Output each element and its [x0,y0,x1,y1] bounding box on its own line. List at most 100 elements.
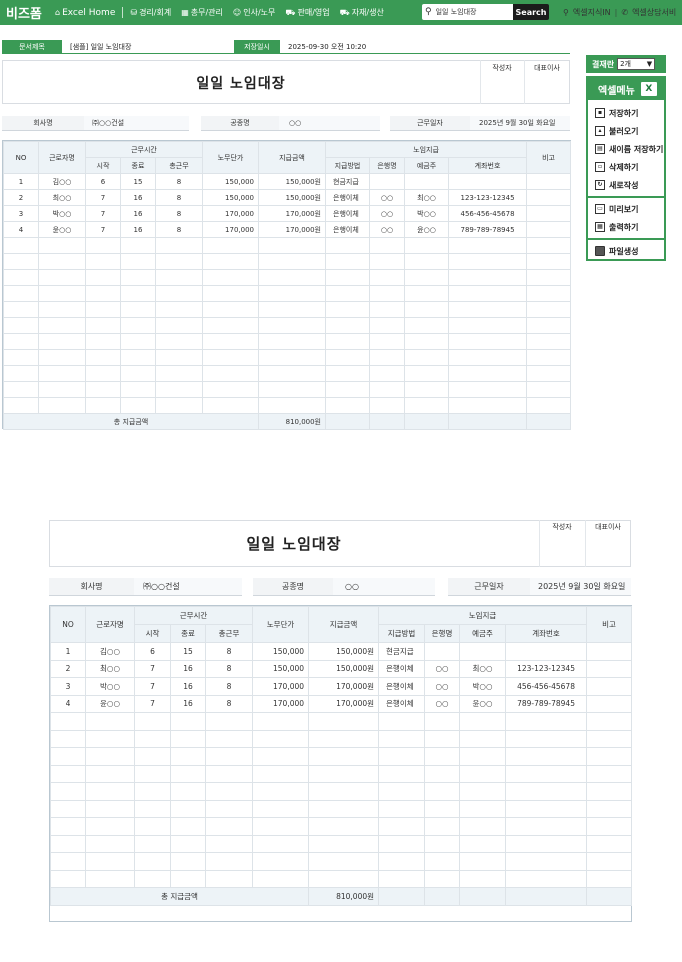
table-cell[interactable] [404,269,449,286]
table-cell[interactable] [459,764,507,783]
table-cell[interactable] [308,729,380,748]
table-cell[interactable]: 최○○ [459,659,507,678]
table-cell[interactable] [505,764,588,783]
table-cell[interactable] [170,729,206,748]
empty-row[interactable] [50,747,633,766]
table-cell[interactable] [120,269,156,286]
table-cell[interactable] [38,269,86,286]
type-value[interactable]: ○○ [279,116,380,131]
table-cell[interactable]: 15 [170,642,206,661]
table-cell[interactable] [447,301,528,318]
empty-row[interactable] [3,237,572,254]
table-cell[interactable] [85,349,121,366]
table-cell[interactable] [447,237,528,254]
table-cell[interactable] [3,333,39,350]
table-cell[interactable] [85,285,121,302]
table-cell[interactable] [378,869,426,888]
table-row[interactable]: 2 최○○ 7 16 8 150,000 150,000원 은행이체 ○○ 최○○ 123-123-… [50,659,633,678]
table-cell[interactable] [325,333,370,350]
table-cell[interactable]: 7 [85,205,121,222]
table-cell[interactable]: 789-789-78945 [505,694,588,713]
menu-save-as[interactable]: ▤ 새이름 저장하기 [588,140,664,158]
date-value[interactable]: 2025년 9월 30일 화요일 [470,116,570,131]
table-cell[interactable]: 박○○ [38,205,86,222]
table-cell[interactable]: 150,000원 [258,173,326,190]
empty-row[interactable] [50,712,633,731]
table-cell[interactable] [85,782,135,801]
empty-row[interactable] [50,817,633,836]
table-cell[interactable] [447,381,528,398]
table-cell[interactable]: 현금지급 [378,642,426,661]
table-cell[interactable] [526,173,572,190]
table-cell[interactable] [378,782,426,801]
table-cell[interactable] [459,642,507,661]
table-cell[interactable]: 150,000원 [308,642,380,661]
table-cell[interactable] [586,852,633,871]
table-cell[interactable] [170,817,206,836]
search-input[interactable]: ⚲ 일일 노임대장 [422,4,513,20]
table-cell[interactable] [447,349,528,366]
table-cell[interactable] [85,799,135,818]
table-cell[interactable] [505,712,588,731]
table-cell[interactable] [202,381,259,398]
search-button[interactable]: Search [513,4,549,20]
table-cell[interactable] [38,237,86,254]
table-cell[interactable] [378,729,426,748]
table-cell[interactable] [50,782,86,801]
table-cell[interactable] [38,349,86,366]
table-cell[interactable] [204,799,254,818]
table-cell[interactable] [3,381,39,398]
table-cell[interactable] [369,253,405,270]
nav-excel-consult[interactable]: 엑셀상담서비 [632,7,676,18]
doc-title-value[interactable]: [샘플] 일일 노임대장 [70,40,131,53]
table-cell[interactable] [155,269,203,286]
table-cell[interactable] [252,799,310,818]
table-cell[interactable] [505,729,588,748]
table-cell[interactable] [85,852,135,871]
table-cell[interactable] [204,782,254,801]
table-cell[interactable] [378,817,426,836]
table-cell[interactable] [586,694,633,713]
table-cell[interactable] [202,301,259,318]
table-cell[interactable] [134,782,171,801]
table-cell[interactable] [369,269,405,286]
table-cell[interactable]: 박○○ [459,677,507,696]
table-cell[interactable]: 170,000 [252,677,310,696]
table-cell[interactable] [325,365,370,382]
table-cell[interactable]: 윤○○ [404,221,449,238]
table-cell[interactable]: ○○ [424,677,461,696]
table-cell[interactable] [404,349,449,366]
table-cell[interactable] [586,834,633,853]
table-cell[interactable]: 현금지급 [325,173,370,190]
table-cell[interactable] [404,173,449,190]
table-cell[interactable] [38,253,86,270]
table-cell[interactable] [134,817,171,836]
table-cell[interactable]: 456-456-45678 [447,205,528,222]
table-cell[interactable]: 170,000원 [308,694,380,713]
table-cell[interactable] [134,834,171,853]
table-cell[interactable] [202,349,259,366]
table-cell[interactable] [204,747,254,766]
table-cell[interactable] [526,205,572,222]
table-cell[interactable] [404,317,449,334]
table-cell[interactable] [378,747,426,766]
table-cell[interactable] [505,799,588,818]
table-cell[interactable]: 윤○○ [38,221,86,238]
table-cell[interactable] [3,397,39,414]
table-cell[interactable]: 15 [120,173,156,190]
table-cell[interactable]: 8 [155,221,203,238]
table-cell[interactable] [3,237,39,254]
table-cell[interactable]: 150,000 [202,173,259,190]
table-cell[interactable] [155,333,203,350]
table-cell[interactable] [155,285,203,302]
table-cell[interactable]: 8 [204,642,254,661]
table-cell[interactable] [170,869,206,888]
table-cell[interactable] [50,764,86,783]
table-cell[interactable] [204,869,254,888]
table-cell[interactable] [202,365,259,382]
table-cell[interactable]: 16 [120,221,156,238]
table-cell[interactable] [424,852,461,871]
table-cell[interactable] [459,852,507,871]
table-cell[interactable]: 150,000 [202,189,259,206]
table-cell[interactable] [258,317,326,334]
